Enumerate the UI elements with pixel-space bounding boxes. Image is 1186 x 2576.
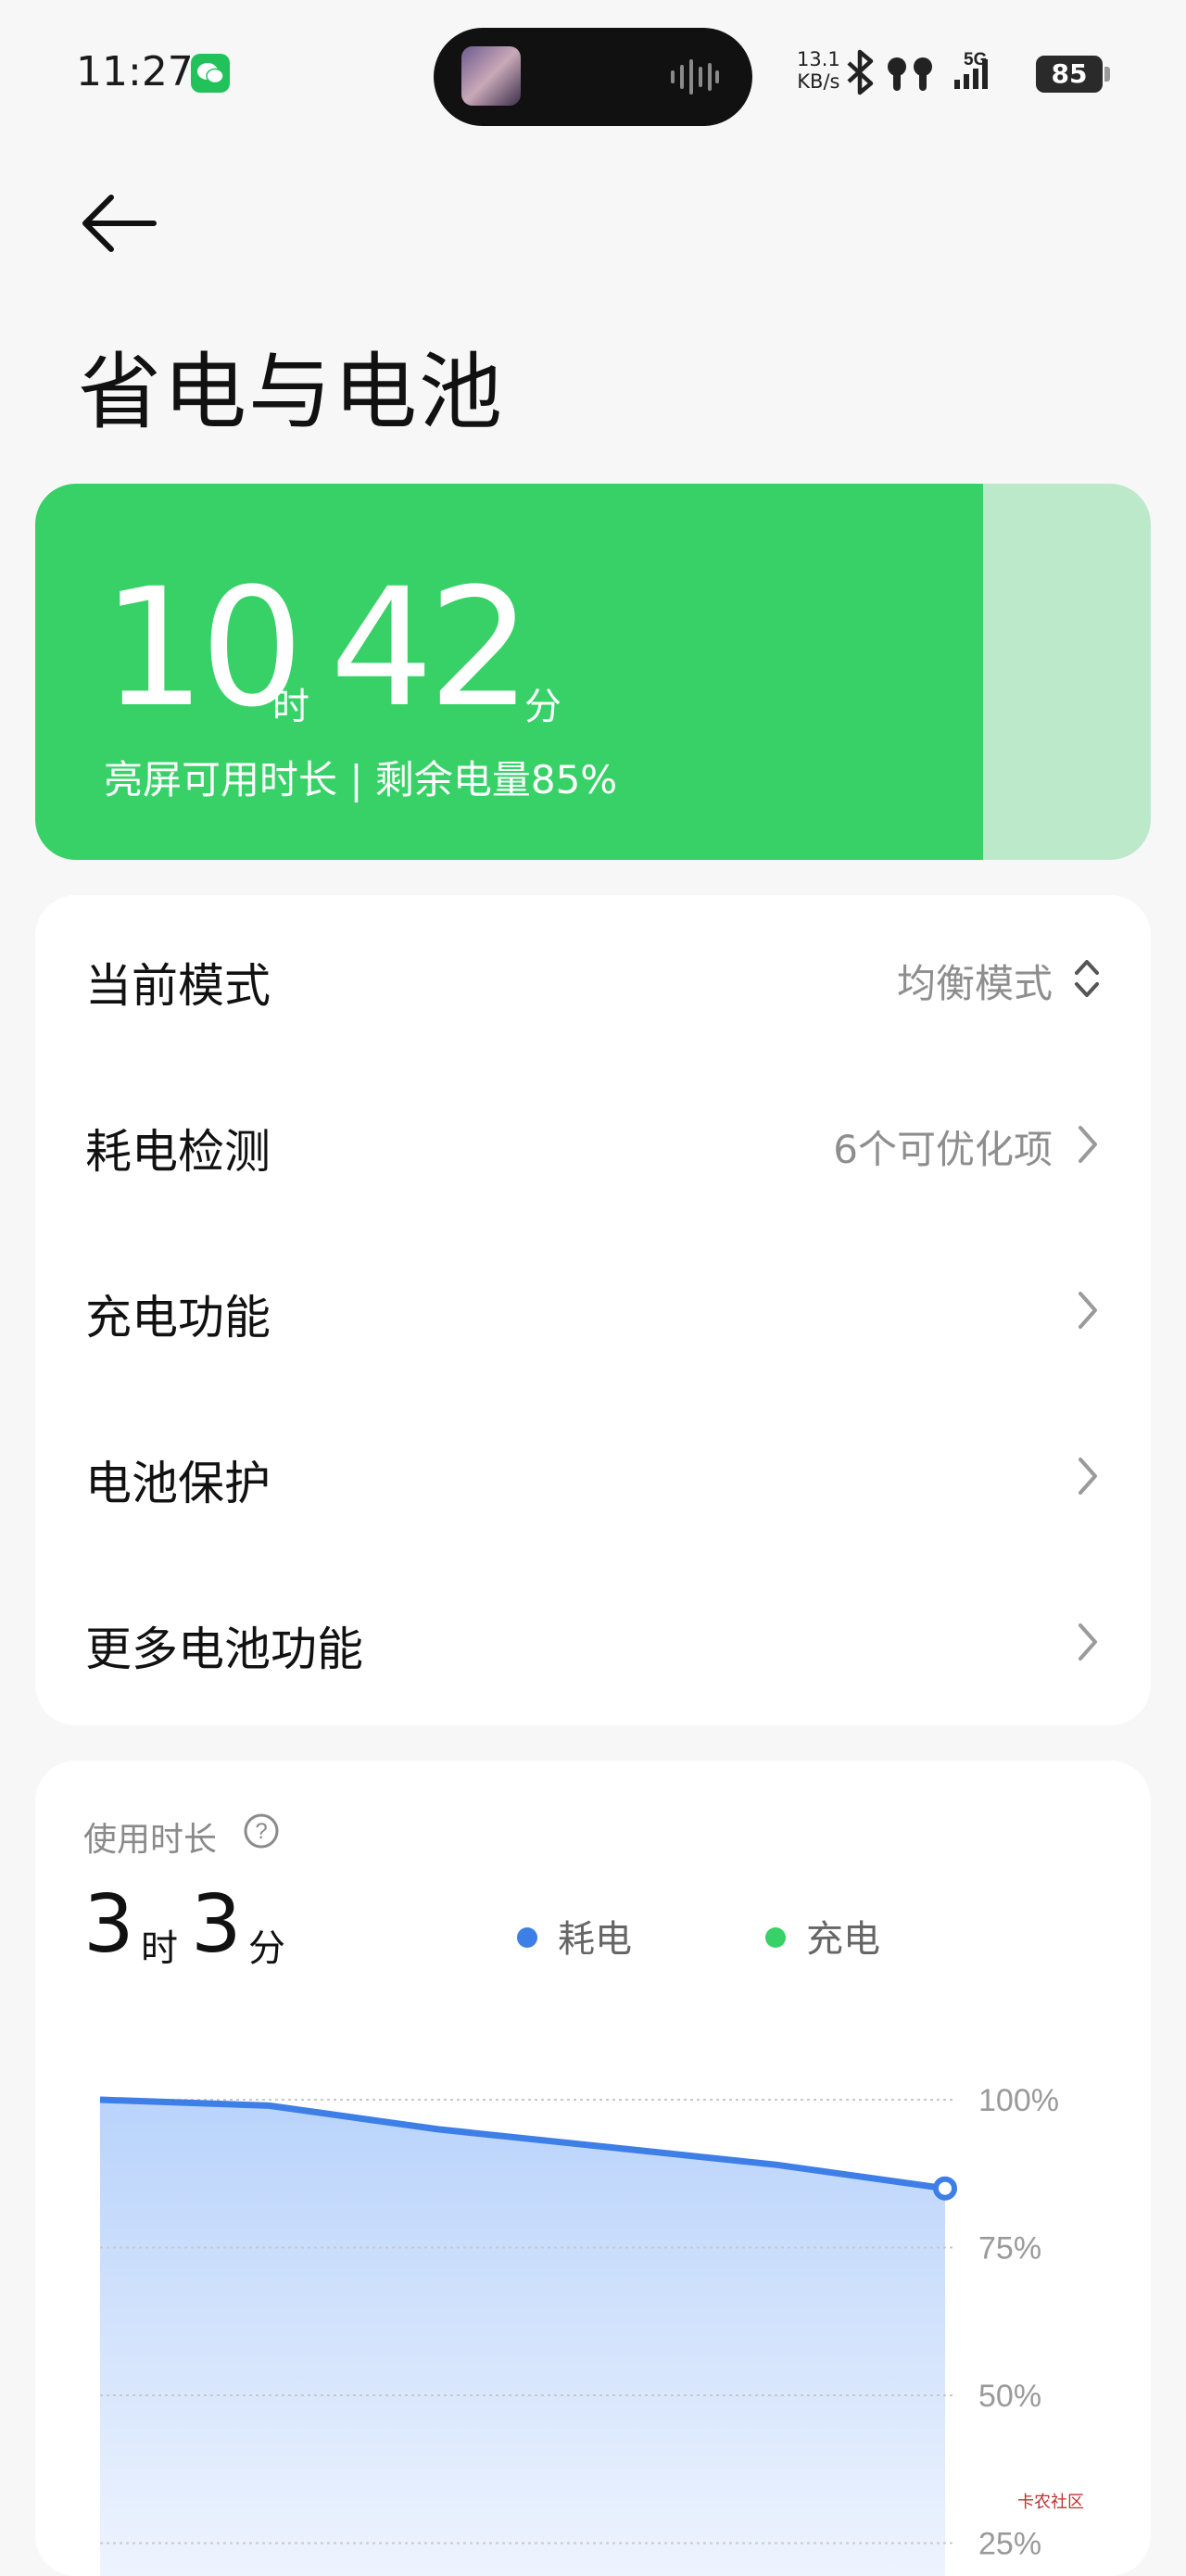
row-power-detection[interactable]: 耗电检测 6个可优化项 [35,1061,1151,1227]
album-art-thumbnail [461,46,521,106]
row-label: 耗电检测 [85,1125,271,1179]
y-tick-label: 25% [978,2527,1041,2562]
earbuds-icon [888,57,932,91]
battery-time-card: 10 时 42 分 亮屏可用时长 | 剩余电量85% [35,484,1151,860]
row-more-battery-features[interactable]: 更多电池功能 [35,1559,1151,1724]
row-label: 当前模式 [85,959,271,1013]
chevron-right-icon [1079,1458,1097,1495]
settings-list: 当前模式 均衡模式 耗电检测 6个可优化项 充电功能 电池保护 更多电池功能 [35,895,1151,1725]
wechat-icon [191,54,230,93]
row-charging-features[interactable]: 充电功能 [35,1227,1151,1393]
net-speed-unit: KB/s [797,70,840,93]
net-speed-value: 13.1 [797,48,840,70]
dynamic-island[interactable] [434,28,752,126]
battery-usage-chart: 100% 75% 50% 25% [99,2083,1059,2576]
net-speed: 13.1 KB/s [797,48,840,93]
status-icons: 5G [847,49,988,95]
remaining-hours: 10 [102,553,304,743]
y-tick-label: 50% [978,2379,1041,2414]
battery-indicator: 85 [1036,56,1103,93]
bluetooth-icon [847,49,874,95]
row-battery-protection[interactable]: 电池保护 [35,1393,1151,1559]
row-value: 均衡模式 [896,961,1053,1006]
arrow-left-icon[interactable] [80,193,158,254]
y-tick-label: 75% [978,2231,1041,2267]
current-level-marker [933,2176,957,2201]
watermark: 卡农社区 [1017,2493,1084,2512]
page-title: 省电与电池 [78,344,504,441]
signal-5g-icon: 5G [954,50,988,89]
row-current-mode[interactable]: 当前模式 均衡模式 [35,895,1151,1061]
row-label: 充电功能 [85,1291,271,1345]
minutes-unit: 分 [524,686,561,728]
row-label: 电池保护 [85,1457,271,1510]
chevron-right-icon [1079,1126,1097,1163]
remaining-minutes: 42 [330,553,532,743]
y-tick-label: 100% [978,2083,1059,2118]
row-label: 更多电池功能 [85,1623,363,1676]
status-time: 11:27 [76,48,194,95]
battery-subtitle: 亮屏可用时长 | 剩余电量85% [104,757,618,802]
battery-tip [1104,67,1110,82]
chevron-up-down-icon [1075,960,1099,997]
chevron-right-icon [1079,1292,1097,1329]
audio-wave-icon [671,59,719,95]
usage-card: 使用时长 ? 3 时 3 分 耗电 充电 100% 75% 50% 25% [35,1761,1151,2576]
hours-unit: 时 [272,686,309,728]
status-bar: 11:27 13.1 KB/s 5G 85 [0,0,1186,148]
chevron-right-icon [1079,1623,1097,1661]
row-value: 6个可优化项 [833,1127,1053,1172]
